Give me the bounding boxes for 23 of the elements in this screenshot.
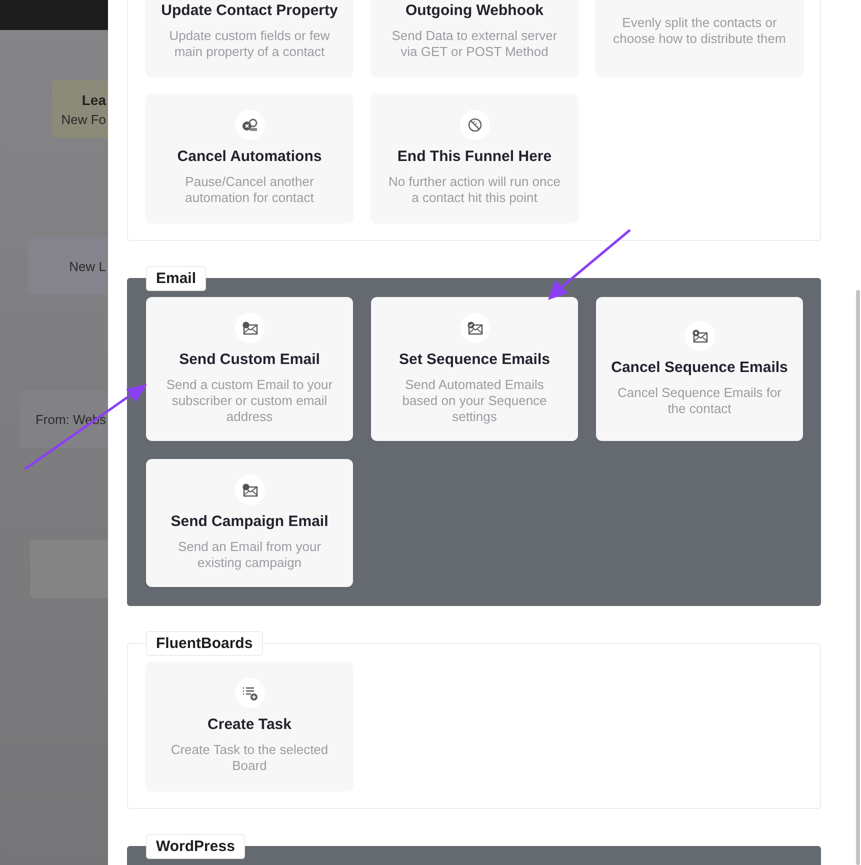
node-title: Lea bbox=[82, 92, 106, 108]
task-list-icon bbox=[242, 686, 258, 700]
action-card[interactable]: Cancel Sequence Emails Cancel Sequence Emails for the contact bbox=[596, 297, 803, 441]
gears-icon bbox=[242, 118, 258, 132]
prohibited-icon bbox=[468, 118, 482, 132]
scrollbar-thumb[interactable] bbox=[856, 290, 860, 865]
envelope-icon bbox=[242, 483, 258, 497]
group-label: Email bbox=[146, 266, 206, 291]
group-label: WordPress bbox=[146, 834, 245, 859]
envelope-icon bbox=[242, 321, 258, 335]
action-card[interactable]: Cancel Automations Pause/Cancel another automation for contact bbox=[146, 94, 353, 222]
group-label: FluentBoards bbox=[146, 631, 263, 656]
node-subtitle: New L bbox=[69, 258, 106, 274]
envelope-icon bbox=[692, 329, 708, 343]
action-card[interactable]: Outgoing Webhook Send Data to external server via GET or POST Method bbox=[371, 0, 578, 76]
node-subtitle: New Fo bbox=[61, 112, 106, 126]
action-card[interactable]: Send Custom Email Send a custom Email to your subscriber or custom email address bbox=[146, 297, 353, 441]
action-card[interactable]: Update Contact Property Update custom fields or few main property of a contact bbox=[146, 0, 353, 76]
action-card[interactable]: Send Campaign Email Send an Email from your existing campaign bbox=[146, 459, 353, 587]
action-card[interactable]: End This Funnel Here No further action will run once a contact hit this point bbox=[371, 94, 578, 222]
action-card[interactable]: Set Sequence Emails Send Automated Emails based on your Sequence settings bbox=[371, 297, 578, 441]
envelope-icon bbox=[466, 321, 482, 335]
action-card[interactable]: Create Task Create Task to the selected Board bbox=[146, 662, 353, 790]
